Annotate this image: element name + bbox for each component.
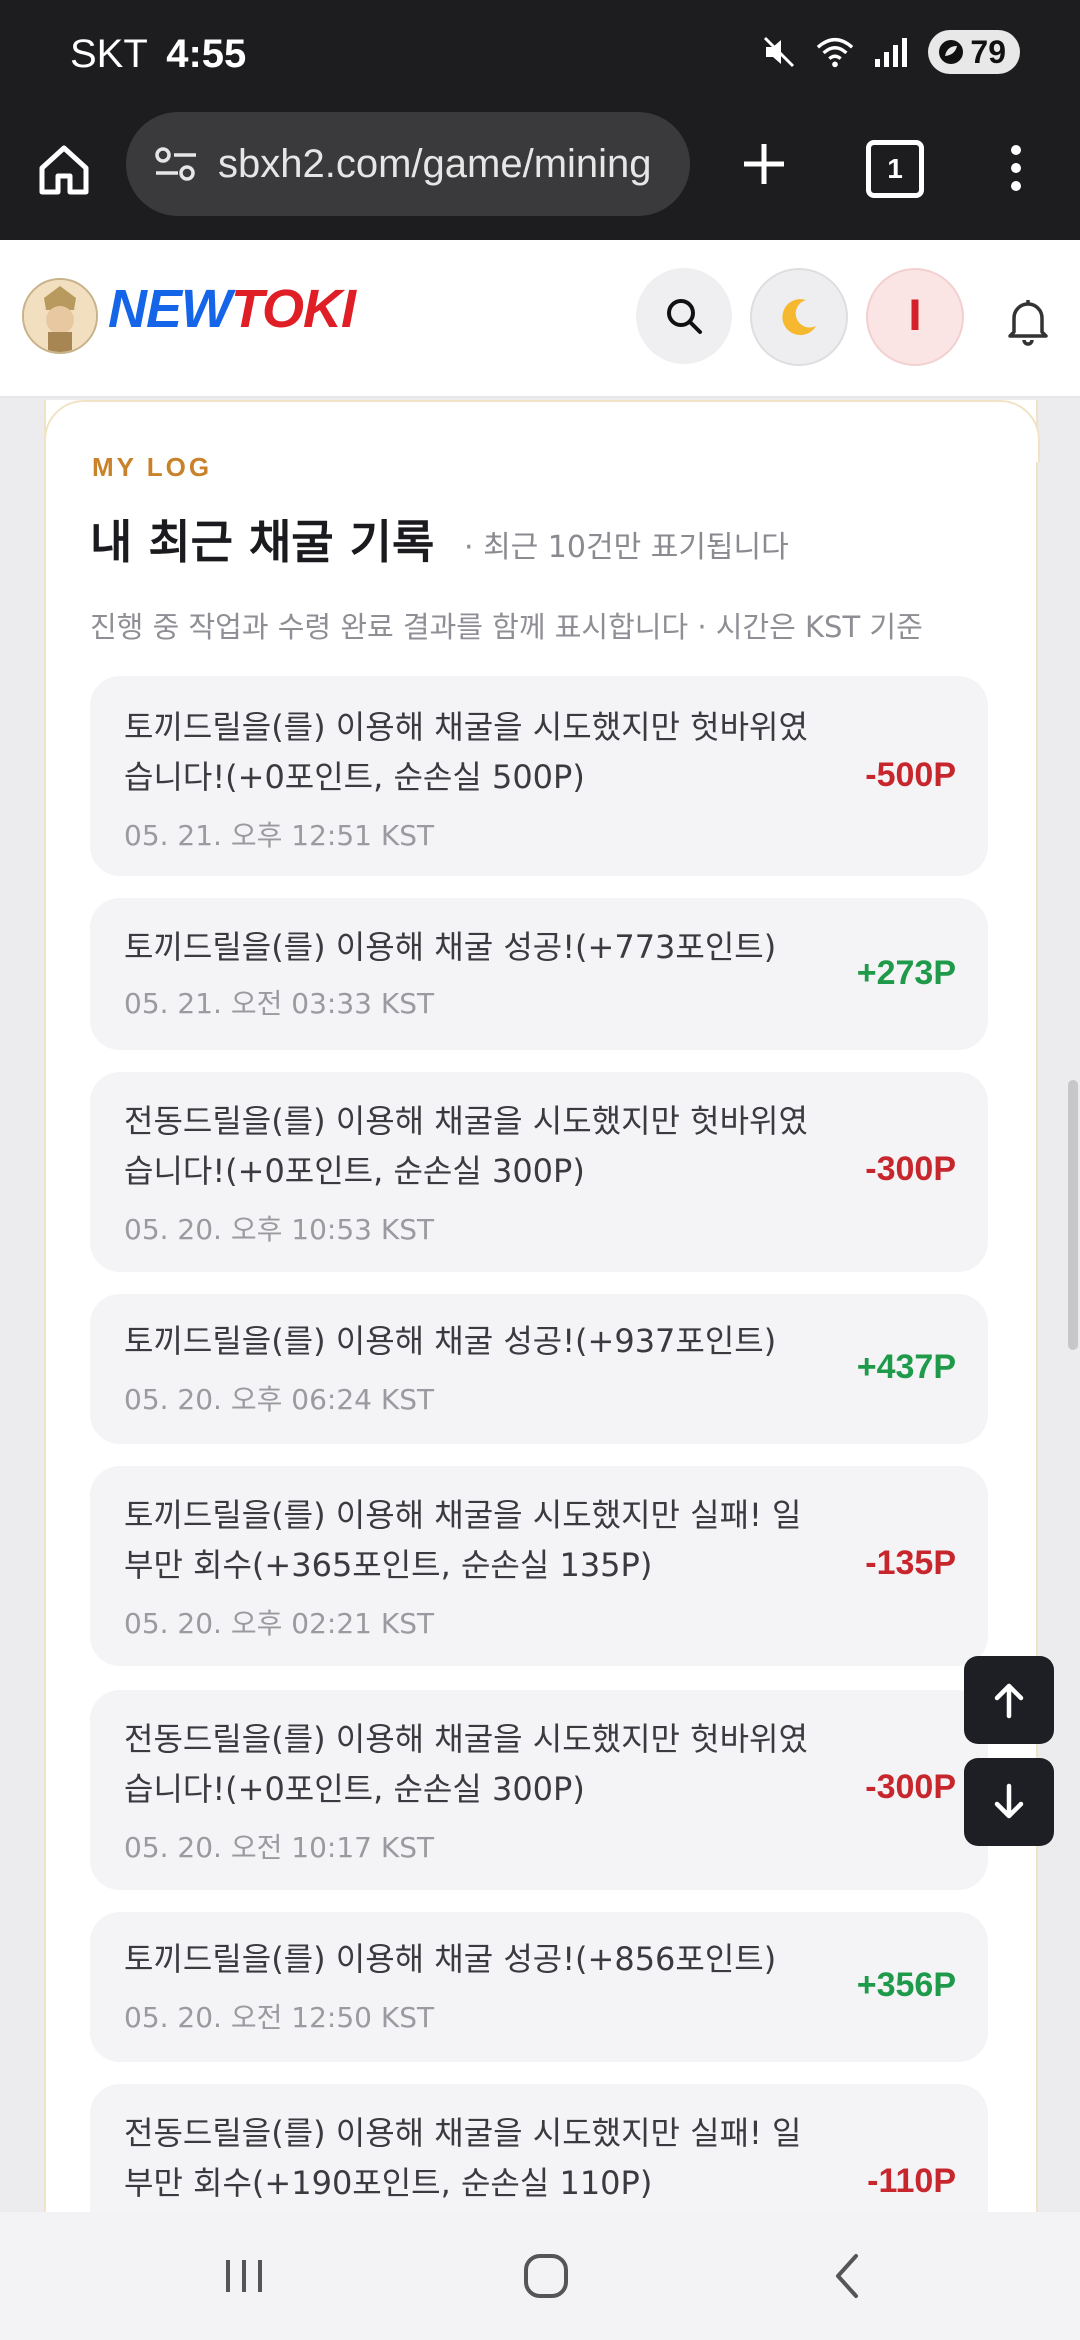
section-description: 진행 중 작업과 수령 완료 결과를 함께 표시합니다 · 시간은 KST 기준 [90, 610, 923, 644]
log-entry-text: 토끼드릴을(를) 이용해 채굴 성공!(+856포인트) [124, 1940, 777, 1978]
log-entry-date: 05. 21. 오전 03:33 KST [124, 987, 435, 1020]
home-button[interactable] [32, 138, 96, 202]
log-entry-text: 토끼드릴을(를) 이용해 채굴을 시도했지만 헛바위였습니다!(+0포인트, 순… [124, 708, 808, 796]
search-icon [667, 299, 702, 334]
battery-indicator: 79 [928, 30, 1020, 74]
tab-switcher-button[interactable]: 1 [866, 140, 924, 198]
logo-mascot-icon[interactable] [22, 278, 98, 354]
recent-apps-button[interactable] [214, 2246, 274, 2306]
signal-icon [872, 33, 910, 71]
log-entry-text: 토끼드릴을(를) 이용해 채굴 성공!(+773포인트) [124, 928, 777, 966]
new-tab-button[interactable] [732, 132, 796, 196]
log-entry-date: 05. 20. 오후 06:24 KST [124, 1383, 435, 1416]
section-subtitle: · 최근 10건만 표기됩니다 [464, 530, 789, 565]
log-entry: 토끼드릴을(를) 이용해 채굴 성공!(+937포인트) 05. 20. 오후 … [90, 1294, 988, 1444]
url-text: sbxh2.com/game/mining [218, 141, 652, 186]
mute-icon [760, 33, 798, 71]
log-entry: 토끼드릴을(를) 이용해 채굴 성공!(+856포인트) 05. 20. 오전 … [90, 1912, 988, 2062]
log-entry-date: 05. 20. 오전 10:17 KST [124, 1831, 435, 1864]
log-entry-date: 05. 21. 오후 12:51 KST [124, 819, 435, 852]
plus-icon [744, 144, 784, 184]
browser-menu-button[interactable] [1000, 136, 1032, 200]
browser-toolbar: sbxh2.com/game/mining 1 [0, 112, 1080, 240]
system-nav-bar [0, 2212, 1080, 2340]
log-entry-amount: -135P [865, 1544, 956, 1582]
home-icon [39, 145, 89, 195]
log-entry-date: 05. 20. 오후 02:21 KST [124, 1607, 435, 1640]
log-entry: 토끼드릴을(를) 이용해 채굴 성공!(+773포인트) 05. 21. 오전 … [90, 898, 988, 1050]
tab-count: 1 [887, 153, 903, 184]
log-entry-text: 전동드릴을(를) 이용해 채굴을 시도했지만 헛바위였습니다!(+0포인트, 순… [124, 1720, 808, 1808]
log-entry-date: 05. 20. 오후 10:53 KST [124, 1213, 435, 1246]
log-entry-text: 전동드릴을(를) 이용해 채굴을 시도했지만 실패! 일부만 회수(+190포인… [124, 2114, 802, 2202]
notifications-button[interactable] [1000, 292, 1056, 348]
address-bar[interactable]: sbxh2.com/game/mining [126, 112, 690, 216]
bell-icon [1008, 300, 1048, 346]
recent-apps-icon [226, 2260, 262, 2292]
wifi-icon [816, 33, 854, 71]
more-vertical-icon [1011, 145, 1021, 191]
user-avatar-button[interactable]: l [866, 268, 964, 366]
search-button[interactable] [636, 268, 732, 364]
log-entry-amount: -500P [865, 756, 956, 794]
system-home-button[interactable] [516, 2246, 576, 2306]
moon-icon [782, 299, 816, 336]
scroll-to-bottom-button[interactable] [964, 1758, 1054, 1846]
home-circle-icon [524, 2254, 568, 2298]
log-entry-amount: -300P [865, 1150, 956, 1188]
battery-level: 79 [970, 33, 1006, 70]
log-entry: 전동드릴을(를) 이용해 채굴을 시도했지만 헛바위였습니다!(+0포인트, 순… [90, 1690, 988, 1890]
status-right: 79 [760, 30, 1020, 74]
log-entry-amount: -300P [865, 1768, 956, 1806]
back-icon [836, 2254, 858, 2298]
log-entry: 토끼드릴을(를) 이용해 채굴을 시도했지만 실패! 일부만 회수(+365포인… [90, 1466, 988, 1666]
user-initial: l [908, 294, 922, 340]
log-entry-amount: +437P [856, 1348, 956, 1386]
site-header: NEWTOKI l [0, 240, 1080, 398]
status-left: SKT 4:55 [70, 32, 246, 77]
arrow-down-icon [994, 1783, 1024, 1819]
site-settings-icon[interactable] [154, 144, 198, 184]
page-scrollbar[interactable] [1068, 1080, 1078, 1350]
site-logo[interactable]: NEWTOKI [108, 278, 356, 340]
theme-toggle-button[interactable] [750, 268, 848, 366]
logo-text-new: NEW [108, 279, 232, 339]
carrier-label: SKT [70, 32, 148, 76]
back-button[interactable] [818, 2246, 878, 2306]
battery-saver-icon [939, 40, 964, 64]
log-entry-text: 토끼드릴을(를) 이용해 채굴 성공!(+937포인트) [124, 1322, 777, 1360]
log-entry-amount: +273P [856, 954, 956, 992]
log-entry: 토끼드릴을(를) 이용해 채굴을 시도했지만 헛바위였습니다!(+0포인트, 순… [90, 676, 988, 876]
status-bar: SKT 4:55 79 [0, 0, 1080, 112]
scroll-to-top-button[interactable] [964, 1656, 1054, 1744]
section-title: 내 최근 채굴 기록 [90, 515, 435, 569]
log-entry-text: 토끼드릴을(를) 이용해 채굴을 시도했지만 실패! 일부만 회수(+365포인… [124, 1496, 802, 1584]
log-entry-amount: -110P [867, 2162, 956, 2200]
section-eyebrow: MY LOG [92, 452, 213, 482]
log-entry-amount: +356P [856, 1966, 956, 2004]
clock: 4:55 [166, 32, 247, 76]
log-entry-text: 전동드릴을(를) 이용해 채굴을 시도했지만 헛바위였습니다!(+0포인트, 순… [124, 1102, 808, 1190]
logo-text-toki: TOKI [230, 279, 356, 339]
log-entry: 전동드릴을(를) 이용해 채굴을 시도했지만 헛바위였습니다!(+0포인트, 순… [90, 1072, 988, 1272]
arrow-up-icon [994, 1683, 1024, 1719]
log-entry-date: 05. 20. 오전 12:50 KST [124, 2001, 435, 2034]
